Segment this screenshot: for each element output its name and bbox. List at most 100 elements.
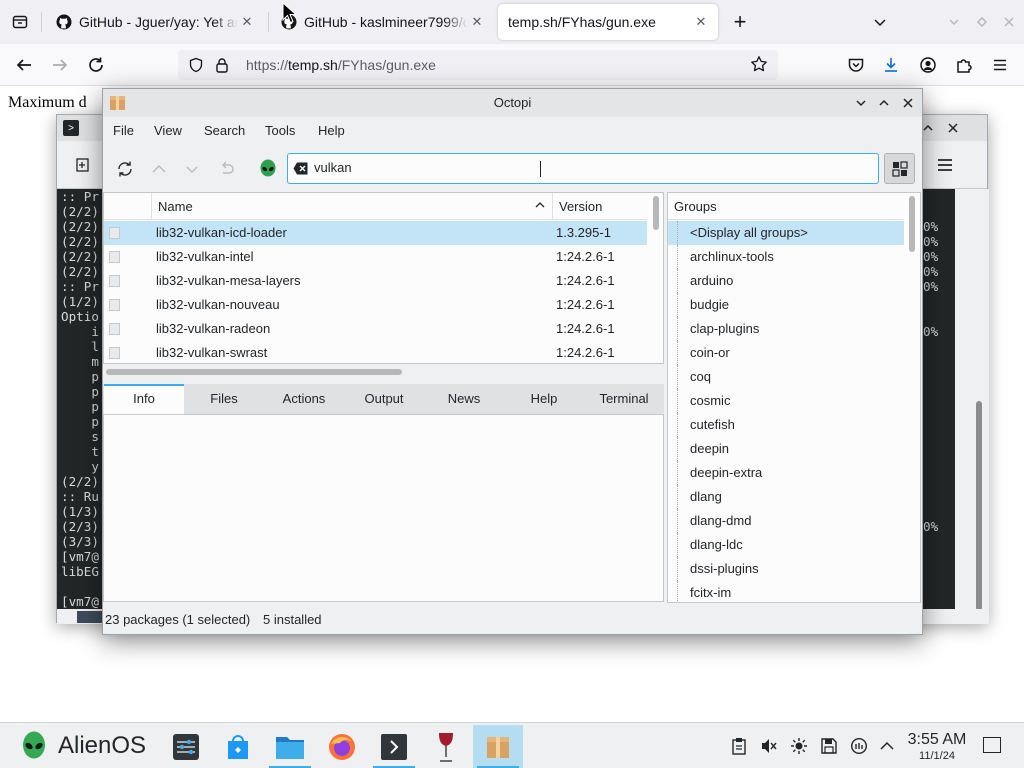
check-icon[interactable] [178, 155, 206, 183]
close-window-icon[interactable] [1000, 13, 1018, 31]
hamburger-menu-icon[interactable] [931, 151, 959, 179]
scrollbar-thumb[interactable] [976, 401, 982, 611]
package-row[interactable]: lib32-vulkan-intel 1:24.2.6-1 [104, 245, 647, 269]
disk-icon[interactable] [819, 736, 839, 756]
browser-tab-active[interactable]: temp.sh/FYhas/gun.exe ✕ [498, 4, 718, 40]
file-manager-icon[interactable] [265, 725, 315, 768]
menu-view[interactable]: View [154, 123, 182, 138]
group-item[interactable]: fcitx-im [668, 581, 904, 602]
package-row[interactable]: lib32-vulkan-icd-loader 1.3.295-1 [104, 221, 647, 245]
group-item[interactable]: coq [668, 365, 904, 389]
octopi-task-icon[interactable] [473, 725, 523, 768]
show-desktop-icon[interactable] [983, 737, 1001, 753]
commit-icon[interactable] [145, 155, 173, 183]
firefox-view-icon[interactable] [6, 8, 34, 36]
sync-database-icon[interactable] [111, 155, 139, 183]
tab-actions[interactable]: Actions [264, 384, 344, 414]
clipboard-icon[interactable] [729, 736, 749, 756]
group-item[interactable]: budgie [668, 293, 904, 317]
firefox-icon[interactable] [317, 725, 367, 768]
chevron-up-icon[interactable] [877, 736, 897, 756]
tab-output[interactable]: Output [344, 384, 424, 414]
konsole-task-icon[interactable] [369, 725, 419, 768]
close-icon[interactable]: ✕ [692, 13, 710, 31]
app-launcher[interactable]: AlienOS [20, 731, 146, 761]
maximize-icon[interactable] [973, 13, 991, 31]
octopi-titlebar[interactable]: Octopi [103, 89, 922, 117]
alien-aur-icon[interactable] [254, 155, 282, 183]
package-row[interactable]: lib32-vulkan-nouveau 1:24.2.6-1 [104, 293, 647, 317]
close-icon[interactable] [944, 119, 962, 137]
reload-icon[interactable] [83, 52, 109, 78]
system-settings-icon[interactable] [161, 725, 211, 768]
list-all-tabs-icon[interactable] [871, 13, 889, 31]
switch-view-button[interactable] [884, 153, 915, 184]
browser-tab[interactable]: GitHub - Jguer/yay: Yet another Yogurt -… [48, 4, 264, 40]
shield-icon[interactable] [186, 55, 206, 75]
group-item[interactable]: coin-or [668, 341, 904, 365]
forward-icon[interactable] [47, 52, 73, 78]
horizontal-scrollbar[interactable] [106, 369, 402, 375]
discover-store-icon[interactable] [213, 725, 263, 768]
package-list[interactable]: Name Version lib32-vulkan-icd-loader 1.3.… [103, 192, 664, 364]
maximize-icon[interactable] [875, 94, 893, 112]
terminal-scrollbar[interactable] [955, 189, 989, 609]
group-item[interactable]: deepin [668, 437, 904, 461]
menu-icon[interactable] [987, 52, 1013, 78]
clock-time[interactable]: 3:55 AM [903, 731, 971, 749]
pocket-icon[interactable] [843, 52, 869, 78]
package-row[interactable]: lib32-vulkan-mesa-layers 1:24.2.6-1 [104, 269, 647, 293]
vertical-scrollbar[interactable] [653, 196, 659, 230]
updates-icon[interactable] [849, 736, 869, 756]
search-input[interactable] [314, 160, 854, 175]
account-icon[interactable] [915, 52, 941, 78]
group-item[interactable]: <Display all groups> [668, 221, 904, 245]
tab-files[interactable]: Files [184, 384, 264, 414]
clock-date[interactable]: 11/1/24 [903, 750, 971, 762]
package-row[interactable]: lib32-vulkan-swrast 1:24.2.6-1 [104, 341, 647, 363]
column-version[interactable]: Version [552, 193, 647, 220]
brightness-icon[interactable] [789, 736, 809, 756]
minimize-icon[interactable] [852, 94, 870, 112]
group-item[interactable]: cutefish [668, 413, 904, 437]
groups-list[interactable]: Groups <Display all groups> archlinux-too… [667, 192, 921, 603]
group-item[interactable]: cosmic [668, 389, 904, 413]
bookmark-star-icon[interactable] [750, 55, 768, 76]
octopi-window[interactable]: Octopi File View Search Tools Help vulka… [102, 88, 923, 635]
extensions-icon[interactable] [951, 52, 977, 78]
close-icon[interactable]: ✕ [468, 13, 486, 31]
back-icon[interactable] [11, 52, 37, 78]
volume-muted-icon[interactable] [759, 736, 779, 756]
browser-tab[interactable]: GitHub - kaslmineer7999/octopi ✕ [273, 4, 494, 40]
group-item[interactable]: archlinux-tools [668, 245, 904, 269]
menu-file[interactable]: File [113, 123, 134, 138]
url-bar[interactable]: https://temp.sh/FYhas/gun.exe [178, 50, 778, 80]
downloads-icon[interactable] [878, 52, 904, 78]
close-icon[interactable]: ✕ [238, 13, 256, 31]
group-item[interactable]: dlang [668, 485, 904, 509]
new-tab-button[interactable]: + [728, 9, 752, 34]
group-item[interactable]: dssi-plugins [668, 557, 904, 581]
menu-tools[interactable]: Tools [265, 123, 295, 138]
group-item[interactable]: deepin-extra [668, 461, 904, 485]
search-box[interactable] [287, 153, 879, 184]
menu-help[interactable]: Help [318, 123, 345, 138]
vertical-scrollbar[interactable] [909, 196, 915, 252]
package-row[interactable]: lib32-vulkan-radeon 1:24.2.6-1 [104, 317, 647, 341]
minimize-icon[interactable] [945, 13, 963, 31]
clear-search-icon[interactable] [293, 162, 308, 175]
tab-terminal[interactable]: Terminal [584, 384, 664, 414]
tab-help[interactable]: Help [504, 384, 584, 414]
wine-icon[interactable] [421, 725, 471, 768]
group-item[interactable]: dlang-ldc [668, 533, 904, 557]
group-item[interactable]: arduino [668, 269, 904, 293]
lock-icon[interactable] [212, 55, 232, 75]
tab-news[interactable]: News [424, 384, 504, 414]
group-item[interactable]: dlang-dmd [668, 509, 904, 533]
group-item[interactable]: clap-plugins [668, 317, 904, 341]
rollback-icon[interactable] [213, 155, 241, 183]
close-icon[interactable] [899, 94, 917, 112]
tab-info[interactable]: Info [104, 384, 184, 414]
column-name[interactable]: Name [151, 193, 552, 220]
menu-search[interactable]: Search [204, 123, 245, 138]
